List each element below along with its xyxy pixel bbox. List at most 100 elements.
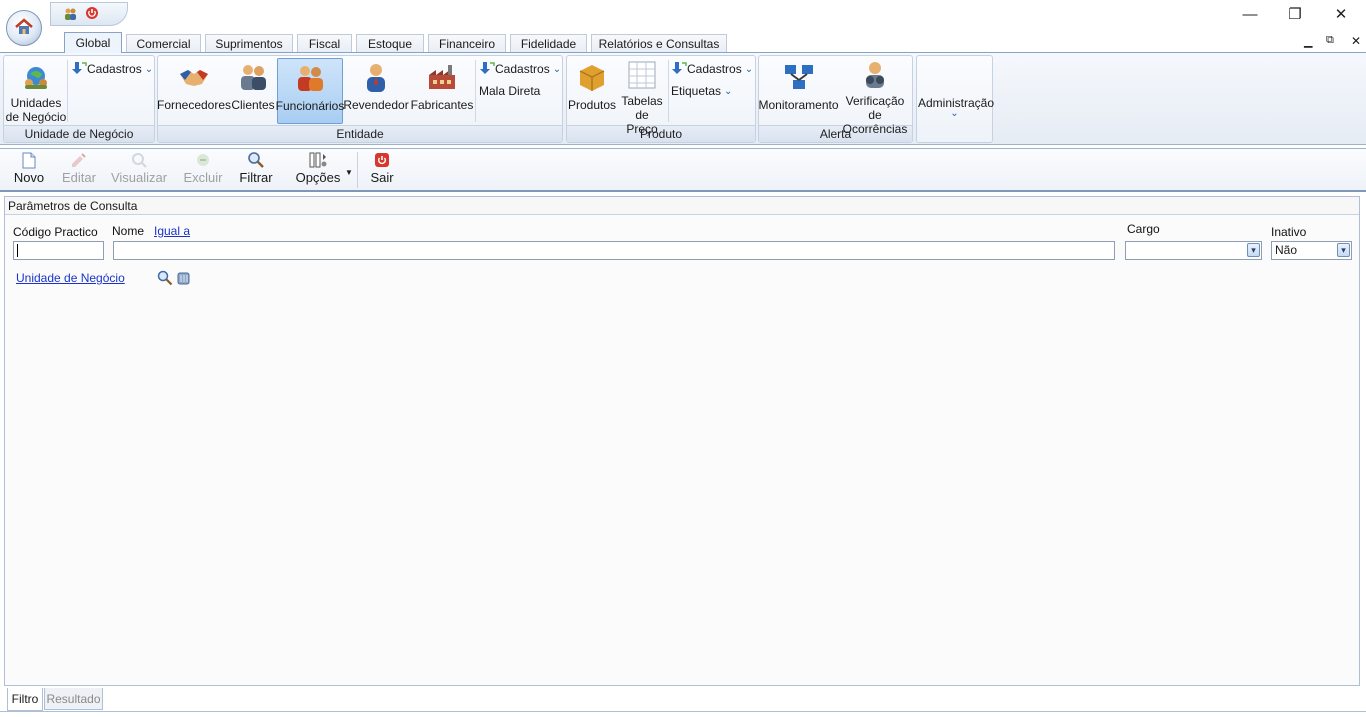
chevron-down-icon[interactable]: ▾: [1247, 243, 1260, 257]
app-menu-button[interactable]: [6, 10, 42, 46]
novo-button[interactable]: Novo: [10, 150, 48, 190]
mala-direta-label: Mala Direta: [479, 84, 541, 98]
separator: [67, 60, 68, 122]
cargo-select[interactable]: ▾: [1125, 241, 1262, 260]
monitoramento-button[interactable]: Monitoramento: [758, 58, 839, 124]
revendedor-button[interactable]: Revendedor: [343, 58, 409, 124]
close-button[interactable]: ✕: [1319, 3, 1363, 25]
chevron-down-icon: ⌄: [744, 63, 754, 75]
home-icon: [13, 16, 35, 41]
verificacao-ocorrencias-button[interactable]: Verificação de Ocorrências: [838, 58, 912, 136]
fornecedores-label: Fornecedores: [156, 98, 232, 112]
restore-button[interactable]: ❐: [1273, 3, 1317, 25]
nome-operator-link[interactable]: Igual a: [154, 224, 190, 238]
handshake-icon: [177, 60, 211, 94]
nome-field[interactable]: [113, 241, 1115, 260]
cadastros-dropdown-unidade[interactable]: Cadastros ⌄: [71, 60, 153, 78]
box-icon: [575, 60, 609, 94]
tab-relatorios-consultas[interactable]: Relatórios e Consultas: [591, 34, 727, 52]
cadastros-label: Cadastros: [495, 62, 550, 76]
tab-filtro[interactable]: Filtro: [7, 688, 43, 711]
produtos-button[interactable]: Produtos: [568, 58, 616, 124]
filtrar-button[interactable]: Filtrar: [236, 150, 276, 190]
inativo-select[interactable]: Não ▾: [1271, 241, 1352, 260]
panel-title: Parâmetros de Consulta: [5, 197, 1359, 215]
chevron-down-icon: ⌄: [724, 85, 733, 97]
title-bar: [0, 0, 1366, 30]
sair-button[interactable]: Sair: [362, 150, 402, 190]
filtrar-label: Filtrar: [239, 170, 273, 185]
etiquetas-label: Etiquetas: [671, 84, 722, 98]
visualizar-button[interactable]: Visualizar: [110, 150, 168, 190]
clientes-button[interactable]: Clientes: [231, 58, 275, 124]
inativo-label: Inativo: [1271, 225, 1307, 239]
business-units-icon: [19, 60, 53, 92]
opcoes-button[interactable]: Opções: [292, 150, 344, 190]
visualizar-label: Visualizar: [110, 170, 168, 185]
download-arrow-icon: [671, 61, 687, 78]
download-arrow-icon: [71, 61, 87, 78]
fornecedores-button[interactable]: Fornecedores: [156, 58, 232, 124]
verificacao-ocorrencias-label: Verificação de Ocorrências: [842, 94, 908, 136]
administracao-button[interactable]: Administração ⌄: [918, 96, 994, 119]
tab-suprimentos[interactable]: Suprimentos: [205, 34, 293, 52]
mala-direta-button[interactable]: Mala Direta: [479, 82, 540, 100]
cadastros-label: Cadastros: [87, 62, 142, 76]
unidades-negocio-button[interactable]: Unidades de Negócio: [5, 58, 67, 124]
employees-icon: [293, 61, 327, 95]
users-icon[interactable]: [63, 7, 77, 24]
fabricantes-button[interactable]: Fabricantes: [411, 58, 473, 124]
minimize-button[interactable]: —: [1228, 3, 1272, 25]
tab-comercial[interactable]: Comercial: [126, 34, 201, 52]
unidade-negocio-link[interactable]: Unidade de Negócio: [16, 271, 125, 285]
inativo-value: Não: [1275, 243, 1298, 257]
cadastros-dropdown-produto[interactable]: Cadastros ⌄: [671, 60, 753, 78]
tab-fiscal[interactable]: Fiscal: [297, 34, 352, 52]
power-icon[interactable]: [85, 6, 99, 23]
chevron-down-icon: ⌄: [552, 63, 562, 75]
clear-eraser-icon[interactable]: [176, 270, 192, 289]
tab-fidelidade[interactable]: Fidelidade: [510, 34, 587, 52]
search-icon[interactable]: [157, 270, 173, 289]
new-document-icon: [22, 150, 36, 170]
quick-access-toolbar: [50, 2, 128, 26]
sair-label: Sair: [370, 170, 394, 185]
novo-label: Novo: [13, 170, 45, 185]
table-grid-icon: [625, 60, 659, 90]
inner-close-button[interactable]: ✕: [1351, 34, 1361, 48]
excluir-button[interactable]: Excluir: [180, 150, 226, 190]
separator: [668, 60, 669, 122]
chevron-down-icon: ⌄: [950, 108, 959, 119]
monitoramento-label: Monitoramento: [758, 98, 839, 112]
people-icon: [236, 60, 270, 94]
download-arrow-icon: [479, 61, 495, 78]
chevron-down-icon: ⌄: [144, 63, 154, 75]
unidades-negocio-label: Unidades de Negócio: [5, 96, 67, 124]
edit-pencil-icon: [70, 150, 88, 170]
inner-restore-button[interactable]: ⧉: [1326, 34, 1334, 47]
tab-global[interactable]: Global: [64, 32, 122, 53]
opcoes-label: Opções: [295, 170, 341, 185]
separator: [357, 152, 358, 188]
tabelas-preco-button[interactable]: Tabelas de Preço: [618, 58, 666, 136]
excluir-label: Excluir: [183, 170, 223, 185]
consulta-panel: [4, 196, 1360, 686]
tab-financeiro[interactable]: Financeiro: [428, 34, 506, 52]
binoculars-person-icon: [858, 60, 892, 90]
reseller-icon: [359, 60, 393, 94]
editar-button[interactable]: Editar: [58, 150, 100, 190]
cadastros-dropdown-entidade[interactable]: Cadastros ⌄: [479, 60, 561, 78]
tab-resultado[interactable]: Resultado: [44, 688, 103, 710]
chevron-down-icon[interactable]: ▾: [1337, 243, 1350, 257]
separator: [475, 60, 476, 122]
view-icon: [131, 150, 147, 170]
opcoes-dropdown-arrow-icon[interactable]: ▼: [345, 168, 353, 177]
codigo-field[interactable]: [13, 241, 104, 260]
tab-estoque[interactable]: Estoque: [356, 34, 424, 52]
etiquetas-dropdown[interactable]: Etiquetas ⌄: [671, 82, 732, 100]
group-label-unidade: Unidade de Negócio: [4, 125, 154, 142]
funcionarios-label: Funcionários: [275, 99, 345, 113]
inner-minimize-button[interactable]: ▁: [1304, 35, 1312, 48]
delete-icon: [195, 150, 211, 170]
funcionarios-button[interactable]: Funcionários: [275, 58, 345, 124]
